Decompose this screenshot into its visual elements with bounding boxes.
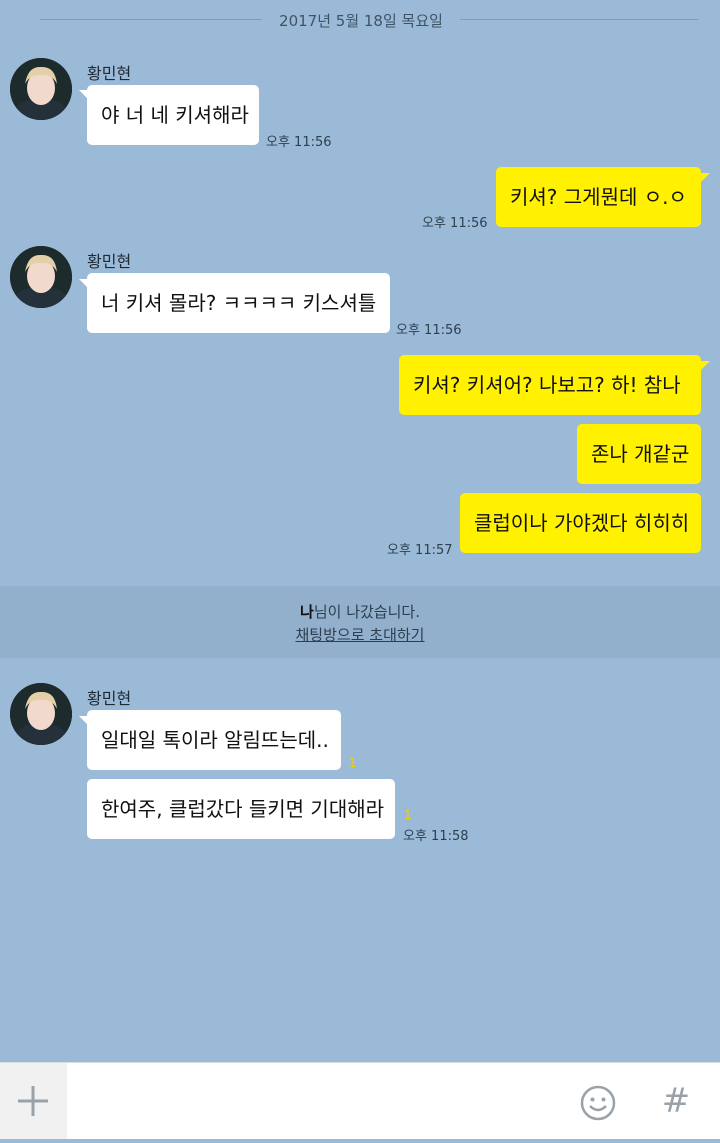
sender-name: 황민현 [87, 64, 132, 83]
date-separator-line-left [40, 19, 262, 20]
message-bubble[interactable]: 클럽이나 가야겠다 히히히 [460, 493, 701, 553]
sender-name: 황민현 [87, 689, 132, 708]
message-time: 오후 11:58 [403, 829, 469, 844]
message-bubble[interactable]: 존나 개같군 [577, 424, 701, 484]
unread-count: 1 [349, 756, 357, 770]
message-bubble[interactable]: 너 키셔 몰라? ㅋㅋㅋㅋ 키스셔틀 [87, 273, 390, 333]
system-notice: 나님이 나갔습니다. 채팅방으로 초대하기 [0, 586, 720, 658]
avatar[interactable] [10, 683, 72, 745]
bubble-tail [701, 361, 710, 370]
left-notice: 나님이 나갔습니다. [0, 601, 720, 622]
message-time: 오후 11:56 [422, 216, 488, 231]
date-separator: 2017년 5월 18일 목요일 [0, 8, 720, 34]
bubble-tail [701, 173, 710, 182]
message-bubble[interactable]: 일대일 톡이라 알림뜨는데.. [87, 710, 341, 770]
avatar[interactable] [10, 246, 72, 308]
date-separator-line-right [460, 19, 698, 20]
hashtag-icon[interactable]: # [656, 1079, 696, 1123]
message-bubble[interactable]: 한여주, 클럽갔다 들키면 기대해라 [87, 779, 395, 839]
notice-name: 나 [300, 603, 314, 621]
notice-text: 님이 나갔습니다. [313, 603, 420, 621]
invite-link[interactable]: 채팅방으로 초대하기 [0, 624, 720, 645]
emoji-icon[interactable] [580, 1085, 616, 1121]
message-bubble[interactable]: 키셔? 그게뭔데 ㅇ.ㅇ [496, 167, 701, 227]
avatar[interactable] [10, 58, 72, 120]
message-input[interactable] [67, 1063, 581, 1141]
message-time: 오후 11:57 [387, 543, 453, 558]
date-label: 2017년 5월 18일 목요일 [279, 12, 443, 30]
message-time: 오후 11:56 [266, 135, 332, 150]
message-bubble[interactable]: 야 너 네 키셔해라 [87, 85, 259, 145]
message-bubble[interactable]: 키셔? 키셔어? 나보고? 하! 참나 [399, 355, 701, 415]
unread-count: 1 [404, 808, 412, 822]
input-bar: # [0, 1062, 720, 1141]
message-time: 오후 11:56 [396, 323, 462, 338]
plus-icon[interactable] [0, 1063, 67, 1139]
sender-name: 황민현 [87, 252, 132, 271]
